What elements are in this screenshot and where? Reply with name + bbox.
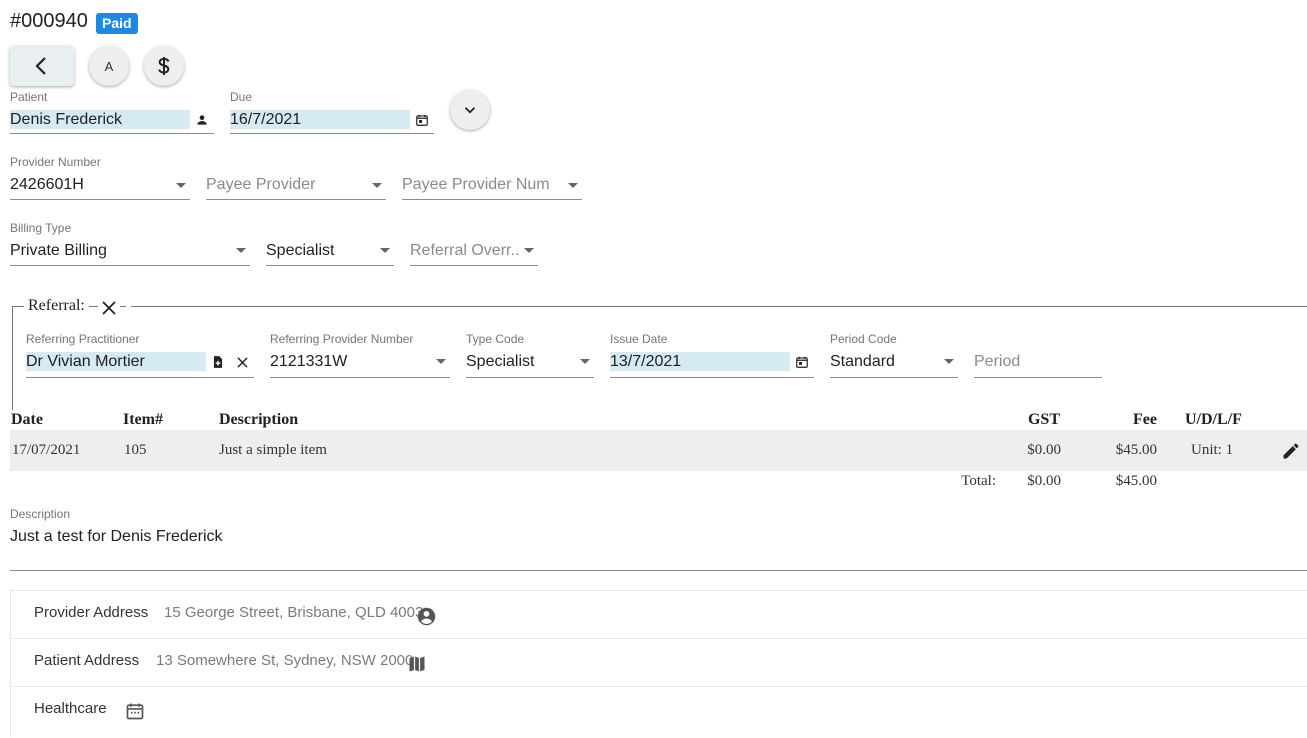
calendar-icon[interactable] bbox=[414, 112, 430, 128]
expand-button[interactable] bbox=[450, 90, 490, 130]
patient-address-row: Patient Address 13 Somewhere St, Sydney,… bbox=[10, 638, 1307, 686]
close-icon bbox=[102, 301, 116, 315]
payee-provider-underline bbox=[206, 199, 386, 200]
referral-override-dropdown-icon[interactable] bbox=[524, 248, 534, 253]
healthcare-row: Healthcare bbox=[10, 686, 1307, 738]
referring-practitioner-label: Referring Practitioner bbox=[26, 332, 140, 346]
provider-number-label: Provider Number bbox=[10, 155, 101, 169]
add-document-icon[interactable] bbox=[210, 354, 226, 370]
col-header-gst: GST bbox=[1027, 411, 1060, 428]
period-input[interactable]: Period bbox=[974, 352, 1094, 372]
person-icon[interactable] bbox=[194, 112, 210, 128]
total-gst: $0.00 bbox=[1027, 473, 1061, 489]
map-icon[interactable] bbox=[406, 653, 428, 675]
due-date-input[interactable]: 16/7/2021 bbox=[230, 110, 410, 129]
row-item: 105 bbox=[124, 442, 147, 458]
patient-label: Patient bbox=[10, 90, 48, 104]
referring-provider-number-select[interactable]: 2121331W bbox=[270, 352, 420, 372]
provider-address-row: Provider Address 15 George Street, Brisb… bbox=[10, 590, 1307, 638]
col-header-date: Date bbox=[11, 411, 43, 428]
specialist-underline bbox=[266, 265, 394, 266]
payee-provider-select[interactable]: Payee Provider bbox=[206, 175, 366, 195]
a-button[interactable]: A bbox=[89, 46, 129, 86]
provider-number-underline bbox=[10, 199, 190, 200]
total-label: Total: bbox=[961, 473, 996, 489]
referral-override-underline bbox=[410, 265, 538, 266]
billing-type-dropdown-icon[interactable] bbox=[236, 248, 246, 253]
payee-provider-num-underline bbox=[402, 199, 582, 200]
row-gst: $0.00 bbox=[1027, 442, 1061, 458]
status-badge: Paid bbox=[96, 13, 138, 34]
account-circle-icon[interactable] bbox=[415, 605, 437, 627]
type-code-dropdown-icon[interactable] bbox=[580, 359, 590, 364]
due-label: Due bbox=[230, 90, 253, 104]
issue-date-label: Issue Date bbox=[610, 332, 668, 346]
period-code-label: Period Code bbox=[830, 332, 897, 346]
referring-practitioner-underline bbox=[26, 377, 254, 378]
patient-address-label: Patient Address bbox=[34, 652, 140, 669]
chevron-left-icon bbox=[35, 57, 46, 75]
type-code-label: Type Code bbox=[466, 332, 525, 346]
total-fee: $45.00 bbox=[1115, 473, 1157, 489]
calendar-icon[interactable] bbox=[124, 700, 146, 722]
referral-legend-label: Referral: bbox=[28, 297, 85, 314]
edit-item-button[interactable] bbox=[1280, 440, 1302, 462]
remove-referral-button[interactable] bbox=[98, 297, 120, 319]
invoice-number: #000940 bbox=[10, 10, 88, 32]
legend-gap bbox=[126, 306, 131, 308]
row-fee: $45.00 bbox=[1115, 442, 1157, 458]
row-udlf: Unit: 1 bbox=[1191, 442, 1234, 458]
period-code-select[interactable]: Standard bbox=[830, 352, 930, 372]
issue-date-input[interactable]: 13/7/2021 bbox=[610, 352, 790, 371]
col-header-description: Description bbox=[219, 411, 299, 428]
col-header-udlf: U/D/L/F bbox=[1185, 411, 1242, 428]
row-description: Just a simple item bbox=[219, 442, 327, 458]
period-code-dropdown-icon[interactable] bbox=[944, 359, 954, 364]
provider-number-select[interactable]: 2426601H bbox=[10, 175, 170, 195]
specialist-dropdown-icon[interactable] bbox=[380, 248, 390, 253]
col-header-fee: Fee bbox=[1133, 411, 1157, 428]
provider-address-value: 15 George Street, Brisbane, QLD 4003 bbox=[164, 604, 424, 621]
dollar-icon bbox=[158, 57, 170, 75]
row-date: 17/07/2021 bbox=[12, 442, 81, 458]
billing-type-underline bbox=[10, 265, 250, 266]
description-underline bbox=[10, 570, 1307, 571]
payee-provider-dropdown-icon[interactable] bbox=[372, 183, 382, 188]
type-code-underline bbox=[466, 377, 594, 378]
patient-address-value: 13 Somewhere St, Sydney, NSW 2000 bbox=[156, 652, 414, 669]
period-underline bbox=[974, 377, 1102, 378]
col-header-item: Item# bbox=[123, 411, 163, 428]
provider-number-dropdown-icon[interactable] bbox=[176, 183, 186, 188]
type-code-select[interactable]: Specialist bbox=[466, 352, 566, 372]
healthcare-label: Healthcare bbox=[34, 700, 107, 717]
pencil-icon bbox=[1283, 443, 1299, 459]
clear-practitioner-button[interactable] bbox=[234, 354, 250, 370]
provider-address-label: Provider Address bbox=[34, 604, 149, 621]
referral-legend: Referral: bbox=[24, 297, 89, 315]
close-icon bbox=[236, 356, 248, 368]
due-underline bbox=[230, 133, 434, 134]
a-button-label: A bbox=[104, 58, 114, 74]
period-code-underline bbox=[830, 377, 958, 378]
billing-type-select[interactable]: Private Billing bbox=[10, 241, 230, 261]
description-label: Description bbox=[10, 507, 71, 521]
payee-provider-num-select[interactable]: Payee Provider Num bbox=[402, 175, 562, 195]
patient-input[interactable]: Denis Frederick bbox=[10, 110, 190, 129]
referring-practitioner-input[interactable]: Dr Vivian Mortier bbox=[26, 352, 206, 371]
patient-underline bbox=[10, 133, 214, 134]
calendar-icon[interactable] bbox=[794, 354, 810, 370]
back-button[interactable] bbox=[10, 46, 74, 86]
billing-type-label: Billing Type bbox=[10, 221, 72, 235]
specialist-select[interactable]: Specialist bbox=[266, 241, 371, 261]
issue-date-underline bbox=[610, 377, 814, 378]
payee-provider-num-dropdown-icon[interactable] bbox=[568, 183, 578, 188]
payment-button[interactable] bbox=[144, 46, 184, 86]
referring-provider-number-underline bbox=[270, 377, 450, 378]
referring-provider-number-dropdown-icon[interactable] bbox=[436, 359, 446, 364]
chevron-down-icon bbox=[464, 107, 476, 114]
description-input[interactable]: Just a test for Denis Frederick bbox=[10, 527, 1300, 547]
referral-override-select[interactable]: Referral Overr... bbox=[410, 241, 520, 261]
referring-provider-number-label: Referring Provider Number bbox=[270, 332, 414, 346]
